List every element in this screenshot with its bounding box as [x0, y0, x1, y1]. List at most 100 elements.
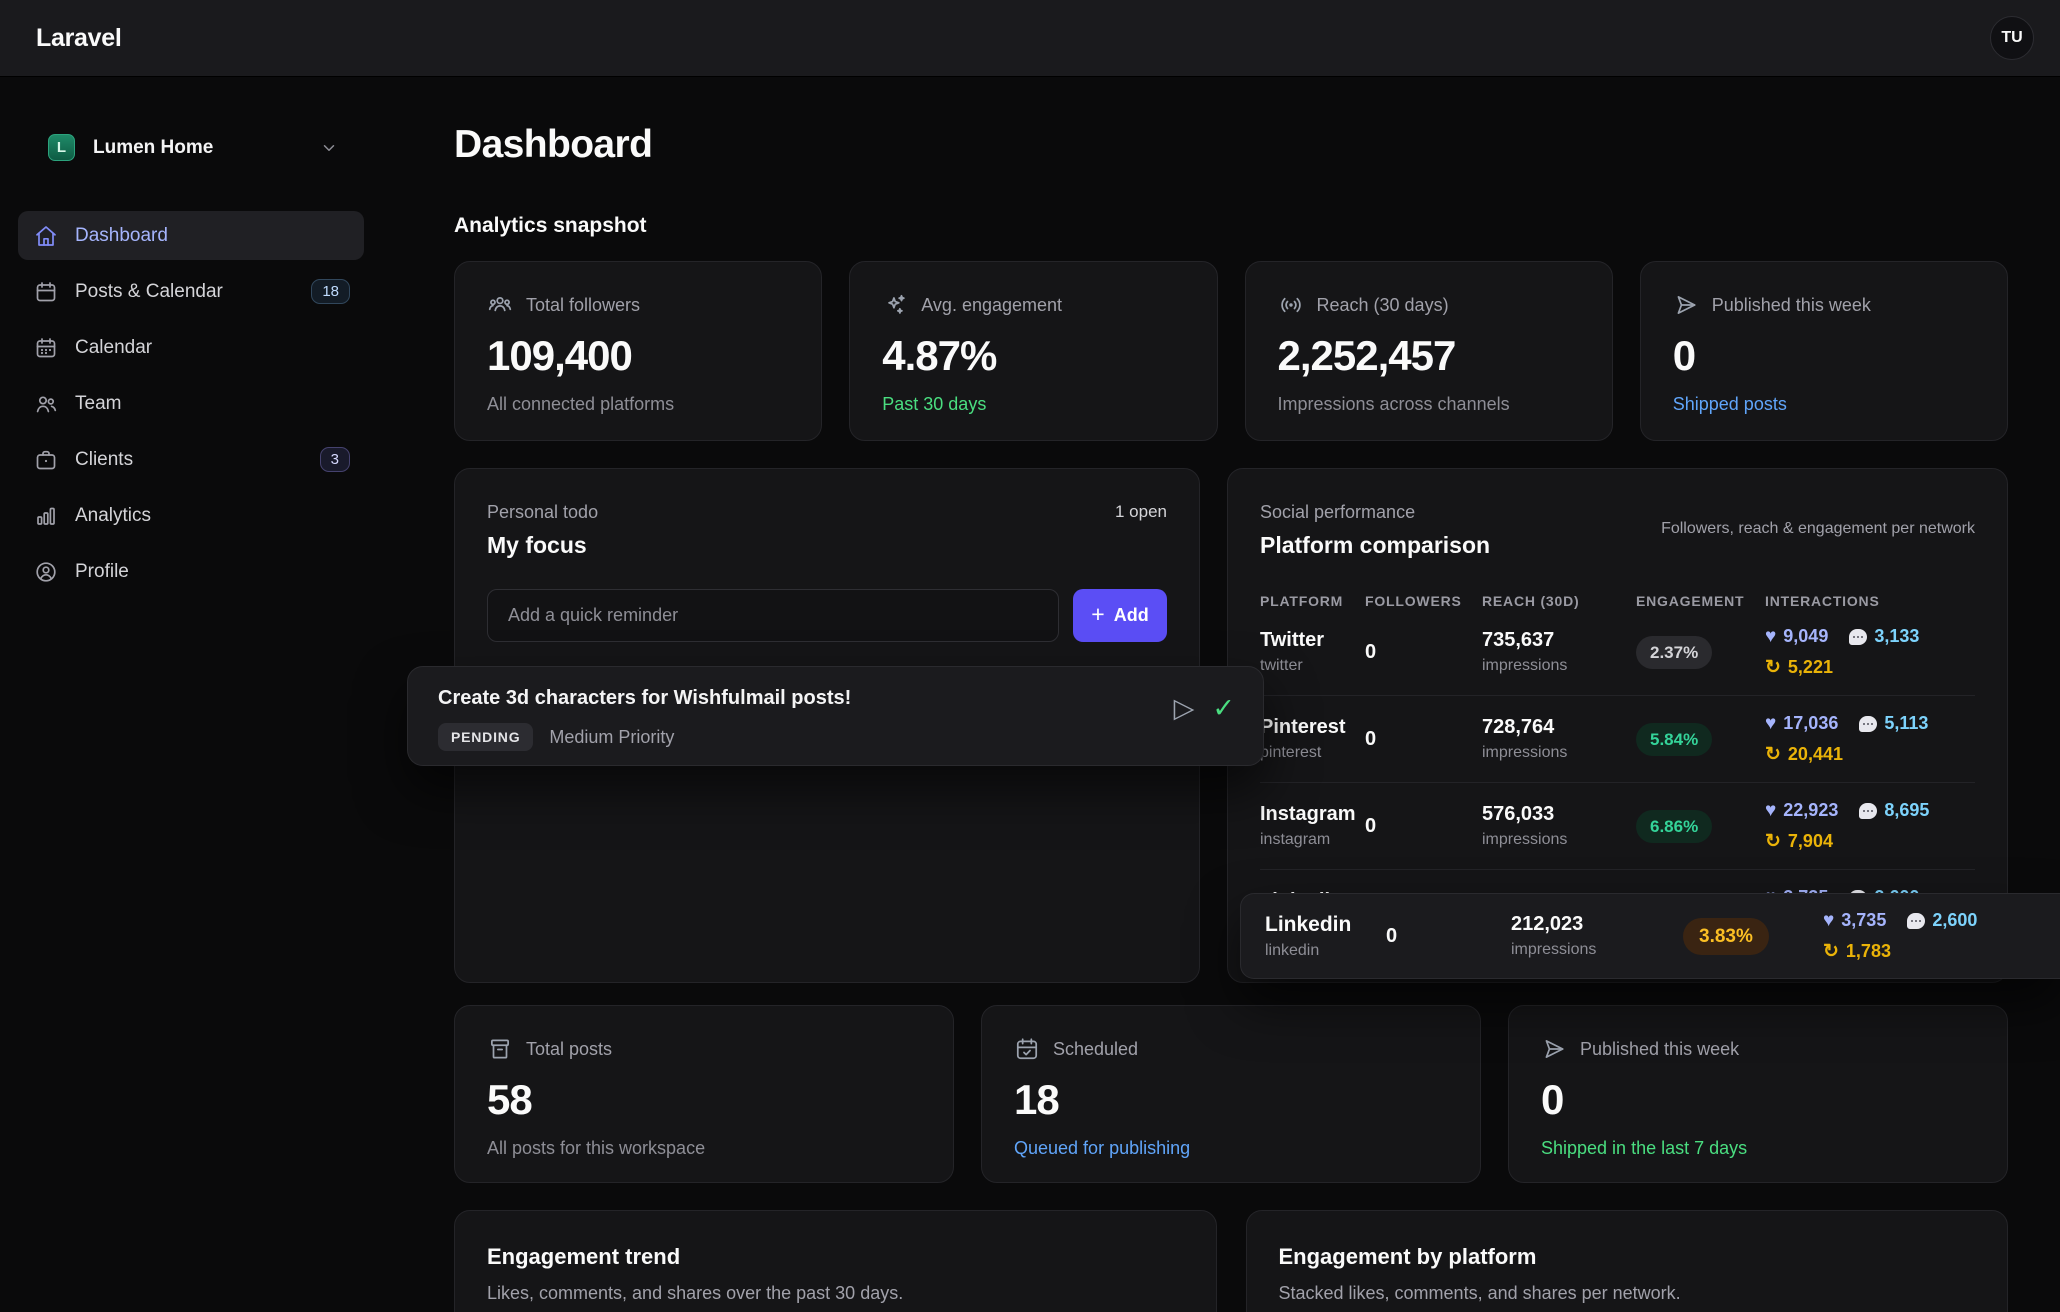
todo-open-count: 1 open [1115, 502, 1167, 522]
stat-subtext: All connected platforms [487, 394, 789, 415]
dragged-table-row-linkedin[interactable]: Linkedinlinkedin 0 212,023impressions 3.… [1240, 893, 2060, 979]
posts-count-badge: 18 [311, 279, 350, 304]
stat-subtext: Shipped in the last 7 days [1541, 1138, 1975, 1159]
workspace-name: Lumen Home [93, 137, 302, 159]
user-avatar[interactable]: TU [1990, 16, 2034, 60]
add-todo-button[interactable]: + Add [1073, 589, 1167, 642]
chevron-down-icon [320, 139, 338, 157]
chart-subtitle: Likes, comments, and shares over the pas… [487, 1283, 1184, 1304]
comment-icon [1849, 629, 1867, 645]
section-title: Analytics snapshot [454, 214, 2008, 238]
stat-card-total-followers: Total followers 109,400 All connected pl… [454, 261, 822, 441]
stat-value: 58 [487, 1076, 921, 1124]
stat-label: Total followers [526, 295, 640, 316]
send-icon [1673, 292, 1699, 318]
share-icon: ↻ [1765, 658, 1781, 677]
engagement-trend-card: Engagement trend Likes, comments, and sh… [454, 1210, 1217, 1312]
brand-logo: Laravel [36, 24, 121, 53]
engagement-badge: 2.37% [1636, 636, 1712, 669]
stat-label: Avg. engagement [921, 295, 1062, 316]
table-header: PLATFORM FOLLOWERS REACH (30D) ENGAGEMEN… [1260, 593, 1975, 609]
share-icon: ↻ [1765, 745, 1781, 764]
stat-card-avg-engagement: Avg. engagement 4.87% Past 30 days [849, 261, 1217, 441]
workspace-badge: L [48, 134, 75, 161]
stat-value: 18 [1014, 1076, 1448, 1124]
calendar-days-icon [34, 280, 58, 304]
clients-count-badge: 3 [320, 447, 350, 472]
comment-icon [1859, 803, 1877, 819]
stat-value: 4.87% [882, 332, 1184, 380]
sidebar-item-label: Profile [75, 561, 350, 583]
users-icon [487, 292, 513, 318]
engagement-by-platform-card: Engagement by platform Stacked likes, co… [1246, 1210, 2009, 1312]
social-title: Platform comparison [1260, 532, 1490, 559]
sidebar-item-team[interactable]: Team [18, 379, 364, 428]
table-row-twitter[interactable]: Twittertwitter 0 735,637impressions 2.37… [1260, 609, 1975, 696]
heart-icon: ♥ [1823, 911, 1834, 930]
stat-value: 0 [1541, 1076, 1975, 1124]
sidebar-item-dashboard[interactable]: Dashboard [18, 211, 364, 260]
broadcast-icon [1278, 292, 1304, 318]
engagement-badge: 5.84% [1636, 723, 1712, 756]
stat-label: Total posts [526, 1039, 612, 1060]
stat-card-scheduled: Scheduled 18 Queued for publishing [981, 1005, 1481, 1183]
engagement-badge: 6.86% [1636, 810, 1712, 843]
sidebar-item-label: Calendar [75, 337, 350, 359]
stat-subtext: Past 30 days [882, 394, 1184, 415]
stat-value: 0 [1673, 332, 1975, 380]
briefcase-icon [34, 448, 58, 472]
dashboard-app: Laravel TU L Lumen Home Dashboard [0, 0, 2060, 1312]
send-icon [1541, 1036, 1567, 1062]
share-icon: ↻ [1823, 942, 1839, 961]
stat-subtext[interactable]: Shipped posts [1673, 394, 1975, 415]
todo-item-title: Create 3d characters for Wishfulmail pos… [438, 687, 1174, 710]
sparkles-icon [882, 292, 908, 318]
stat-label: Reach (30 days) [1317, 295, 1449, 316]
sidebar-item-posts-calendar[interactable]: Posts & Calendar 18 [18, 267, 364, 316]
sidebar-item-clients[interactable]: Clients 3 [18, 435, 364, 484]
stat-label: Published this week [1712, 295, 1871, 316]
comment-icon [1859, 716, 1877, 732]
heart-icon: ♥ [1765, 801, 1776, 820]
workspace-switcher[interactable]: L Lumen Home [18, 134, 364, 161]
sidebar-item-label: Dashboard [75, 225, 350, 247]
heart-icon: ♥ [1765, 627, 1776, 646]
sidebar-item-label: Clients [75, 449, 303, 471]
stat-card-published-week: Published this week 0 Shipped posts [1640, 261, 2008, 441]
stat-label: Published this week [1580, 1039, 1739, 1060]
dragged-todo-item[interactable]: Create 3d characters for Wishfulmail pos… [407, 666, 1264, 766]
social-subtitle: Followers, reach & engagement per networ… [1661, 520, 1975, 559]
complete-todo-icon[interactable]: ✓ [1212, 695, 1235, 722]
comment-icon [1907, 913, 1925, 929]
sidebar-item-label: Analytics [75, 505, 350, 527]
stat-subtext: All posts for this workspace [487, 1138, 921, 1159]
sidebar-item-analytics[interactable]: Analytics [18, 491, 364, 540]
heart-icon: ♥ [1765, 714, 1776, 733]
sidebar-item-calendar[interactable]: Calendar [18, 323, 364, 372]
engagement-badge: 3.83% [1683, 918, 1769, 955]
stat-card-reach: Reach (30 days) 2,252,457 Impressions ac… [1245, 261, 1613, 441]
users-icon [34, 392, 58, 416]
sidebar-item-label: Posts & Calendar [75, 281, 294, 303]
posts-summary-cards: Total posts 58 All posts for this worksp… [454, 1005, 2008, 1183]
social-eyebrow: Social performance [1260, 502, 1490, 523]
archive-icon [487, 1036, 513, 1062]
stat-subtext[interactable]: Queued for publishing [1014, 1138, 1448, 1159]
sidebar-item-label: Team [75, 393, 350, 415]
start-todo-icon[interactable]: ▷ [1174, 695, 1195, 722]
bar-chart-icon [34, 504, 58, 528]
plus-icon: + [1091, 603, 1104, 626]
sidebar: L Lumen Home Dashboard Posts & [0, 77, 368, 1312]
calendar-dots-icon [34, 336, 58, 360]
stat-card-published-7days: Published this week 0 Shipped in the las… [1508, 1005, 2008, 1183]
table-row-instagram[interactable]: Instagraminstagram 0 576,033impressions … [1260, 783, 1975, 870]
status-badge: PENDING [438, 723, 533, 751]
quick-reminder-input[interactable] [487, 589, 1059, 642]
stat-value: 2,252,457 [1278, 332, 1580, 380]
todo-title: My focus [487, 532, 598, 559]
analytics-snapshot-cards: Total followers 109,400 All connected pl… [454, 261, 2008, 441]
calendar-check-icon [1014, 1036, 1040, 1062]
sidebar-item-profile[interactable]: Profile [18, 547, 364, 596]
table-row-pinterest[interactable]: Pinterestpinterest 0 728,764impressions … [1260, 696, 1975, 783]
stat-subtext: Impressions across channels [1278, 394, 1580, 415]
